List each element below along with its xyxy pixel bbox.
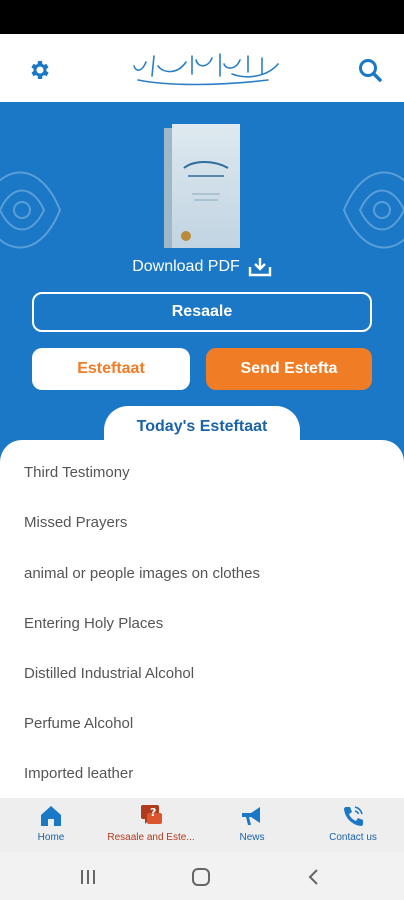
resaale-label: Resaale <box>171 303 233 320</box>
phone-icon <box>344 806 363 826</box>
list-item[interactable]: animal or people images on clothes <box>24 565 260 589</box>
list-item[interactable]: Entering Holy Places <box>24 615 163 639</box>
download-pdf-label: Download PDF <box>132 258 240 275</box>
list-item[interactable]: Missed Prayers <box>24 514 127 538</box>
megaphone-icon <box>242 807 260 825</box>
send-estefta-button[interactable]: Send Estefta <box>206 348 372 390</box>
status-bar <box>0 0 404 34</box>
list-item[interactable]: Perfume Alcohol <box>24 715 133 739</box>
list-item[interactable]: Third Testimony <box>24 464 130 488</box>
back-icon[interactable] <box>306 868 322 886</box>
nav-news[interactable]: News <box>202 804 302 850</box>
app-header <box>0 34 404 102</box>
gear-icon[interactable] <box>27 58 51 82</box>
esteftaat-button[interactable]: Esteftaat <box>32 348 190 390</box>
nav-resaale-label: Resaale and Este... <box>107 832 195 843</box>
nav-resaale[interactable]: ? Resaale and Este... <box>101 804 201 850</box>
list-item[interactable]: Imported leather <box>24 765 133 789</box>
bismillah-logo <box>133 53 279 86</box>
search-icon[interactable] <box>357 57 383 83</box>
esteftaat-list: Third Testimony Missed Prayers animal or… <box>0 440 404 798</box>
nav-contact[interactable]: Contact us <box>303 804 403 850</box>
list-item[interactable]: Distilled Industrial Alcohol <box>24 665 194 689</box>
esteftaat-label: Esteftaat <box>77 360 145 377</box>
hero-section: Download PDF Resaale Esteftaat Send Este… <box>0 102 404 462</box>
system-navigation-bar <box>0 852 404 900</box>
nav-news-label: News <box>239 832 265 843</box>
book-cover-image[interactable] <box>164 124 242 250</box>
chat-question-icon: ? <box>141 805 162 824</box>
send-estefta-label: Send Estefta <box>240 360 338 377</box>
download-icon <box>248 258 271 277</box>
resaale-button[interactable]: Resaale <box>32 292 372 332</box>
home-icon <box>41 806 61 826</box>
bottom-navigation: Home ? Resaale and Este... News Contact … <box>0 798 404 852</box>
todays-esteftaat-label: Today's Esteftaat <box>136 418 268 435</box>
download-pdf-button[interactable]: Download PDF <box>0 255 404 279</box>
nav-contact-label: Contact us <box>329 832 377 843</box>
home-system-icon[interactable] <box>191 868 211 886</box>
recent-apps-icon[interactable] <box>78 868 98 886</box>
svg-text:?: ? <box>150 806 156 819</box>
nav-home-label: Home <box>37 832 65 843</box>
nav-home[interactable]: Home <box>1 804 101 850</box>
